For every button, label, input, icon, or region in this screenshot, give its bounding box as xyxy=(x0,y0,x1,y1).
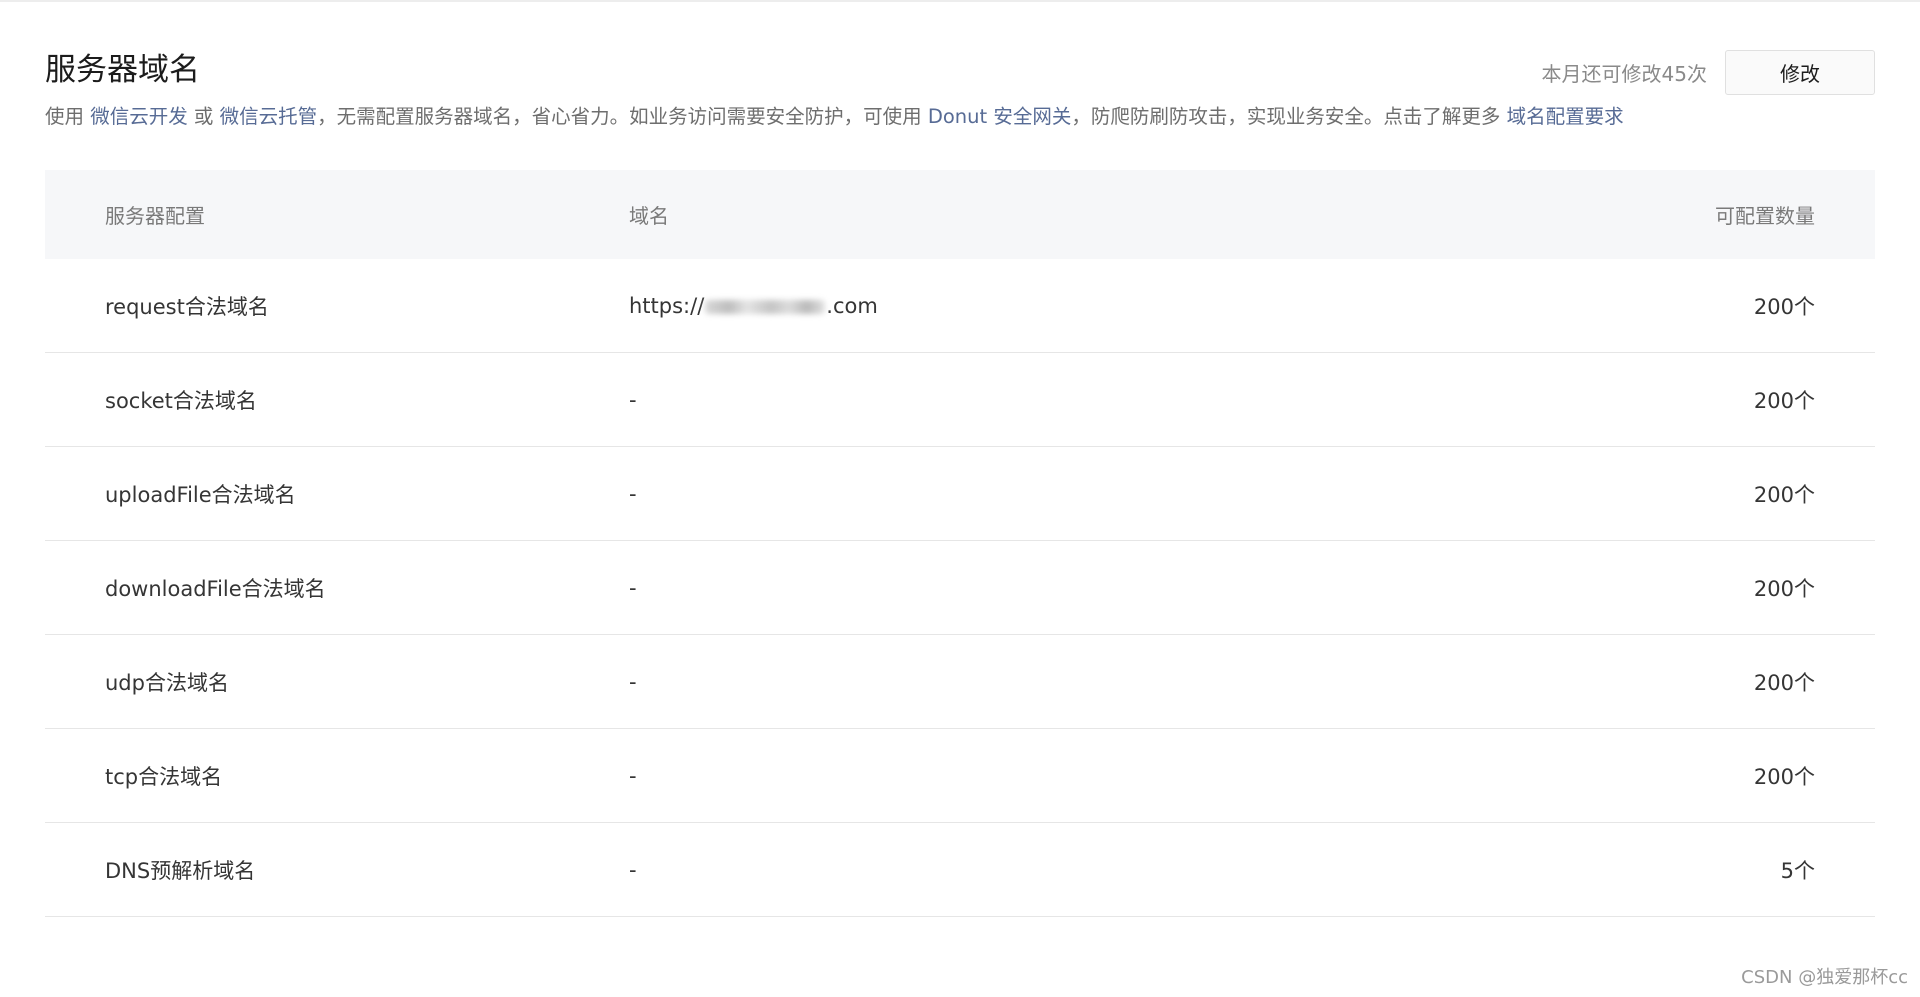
cell-quota: 200个 xyxy=(1515,634,1875,729)
cell-domain: - xyxy=(629,540,1515,635)
cell-quota: 200个 xyxy=(1515,352,1875,447)
cell-quota: 200个 xyxy=(1515,540,1875,635)
domain-prefix: https:// xyxy=(629,293,705,318)
table-row: DNS预解析域名 - 5个 xyxy=(45,822,1875,917)
domain-suffix: .com xyxy=(826,293,878,318)
column-header-server-config: 服务器配置 xyxy=(45,170,629,259)
table-row: socket合法域名 - 200个 xyxy=(45,352,1875,447)
cell-domain: - xyxy=(629,822,1515,917)
domain-config-requirements-link[interactable]: 域名配置要求 xyxy=(1507,105,1624,128)
cell-quota: 200个 xyxy=(1515,728,1875,823)
table-body: request合法域名 https:// .com 200个 socket合法域名… xyxy=(45,259,1875,917)
modify-area: 本月还可修改45次 修改 xyxy=(1542,49,1875,96)
wechat-cloud-dev-link[interactable]: 微信云开发 xyxy=(90,105,188,128)
panel-header: 服务器域名 本月还可修改45次 修改 使用 微信云开发 或 微信云托管，无需配置… xyxy=(45,0,1875,170)
cell-config: socket合法域名 xyxy=(45,352,629,447)
redacted-domain xyxy=(705,299,826,314)
cell-quota: 200个 xyxy=(1515,446,1875,541)
column-header-domain: 域名 xyxy=(629,170,1515,259)
description-part: 或 xyxy=(187,105,220,128)
description-text: 使用 微信云开发 或 微信云托管，无需配置服务器域名，省心省力。如业务访问需要安… xyxy=(45,103,1624,131)
cell-domain: https:// .com xyxy=(629,259,1515,353)
donut-security-gateway-link[interactable]: Donut 安全网关 xyxy=(928,105,1072,128)
cell-quota: 5个 xyxy=(1515,822,1875,917)
cell-config: tcp合法域名 xyxy=(45,728,629,823)
cell-config: udp合法域名 xyxy=(45,634,629,729)
cell-quota: 200个 xyxy=(1515,259,1875,353)
page: 服务器域名 本月还可修改45次 修改 使用 微信云开发 或 微信云托管，无需配置… xyxy=(0,0,1920,997)
table-row: downloadFile合法域名 - 200个 xyxy=(45,540,1875,635)
table-header-row: 服务器配置 域名 可配置数量 xyxy=(45,170,1875,259)
wechat-cloud-hosting-link[interactable]: 微信云托管 xyxy=(220,105,318,128)
table-row: tcp合法域名 - 200个 xyxy=(45,728,1875,823)
table-header: 服务器配置 域名 可配置数量 xyxy=(45,170,1875,259)
cell-domain: - xyxy=(629,352,1515,447)
cell-config: DNS预解析域名 xyxy=(45,822,629,917)
table-row: uploadFile合法域名 - 200个 xyxy=(45,446,1875,541)
cell-config: uploadFile合法域名 xyxy=(45,446,629,541)
server-domain-table: 服务器配置 域名 可配置数量 request合法域名 https:// .com … xyxy=(45,170,1875,917)
table-row: udp合法域名 - 200个 xyxy=(45,634,1875,729)
column-header-quota: 可配置数量 xyxy=(1515,170,1875,259)
cell-config: request合法域名 xyxy=(45,259,629,353)
cell-domain: - xyxy=(629,634,1515,729)
table-row: request合法域名 https:// .com 200个 xyxy=(45,259,1875,353)
modify-button[interactable]: 修改 xyxy=(1725,50,1875,95)
server-domain-panel: 服务器域名 本月还可修改45次 修改 使用 微信云开发 或 微信云托管，无需配置… xyxy=(45,0,1875,917)
cell-config: downloadFile合法域名 xyxy=(45,540,629,635)
description-part: 使用 xyxy=(45,105,91,128)
remaining-modifications-text: 本月还可修改45次 xyxy=(1541,62,1707,86)
description-part: ，无需配置服务器域名，省心省力。如业务访问需要安全防护，可使用 xyxy=(317,105,928,128)
csdn-watermark: CSDN @独爱那杯cc xyxy=(1741,967,1908,988)
cell-domain: - xyxy=(629,728,1515,823)
page-title: 服务器域名 xyxy=(45,52,200,88)
cell-domain: - xyxy=(629,446,1515,541)
description-part: ，防爬防刷防攻击，实现业务安全。点击了解更多 xyxy=(1071,105,1507,128)
